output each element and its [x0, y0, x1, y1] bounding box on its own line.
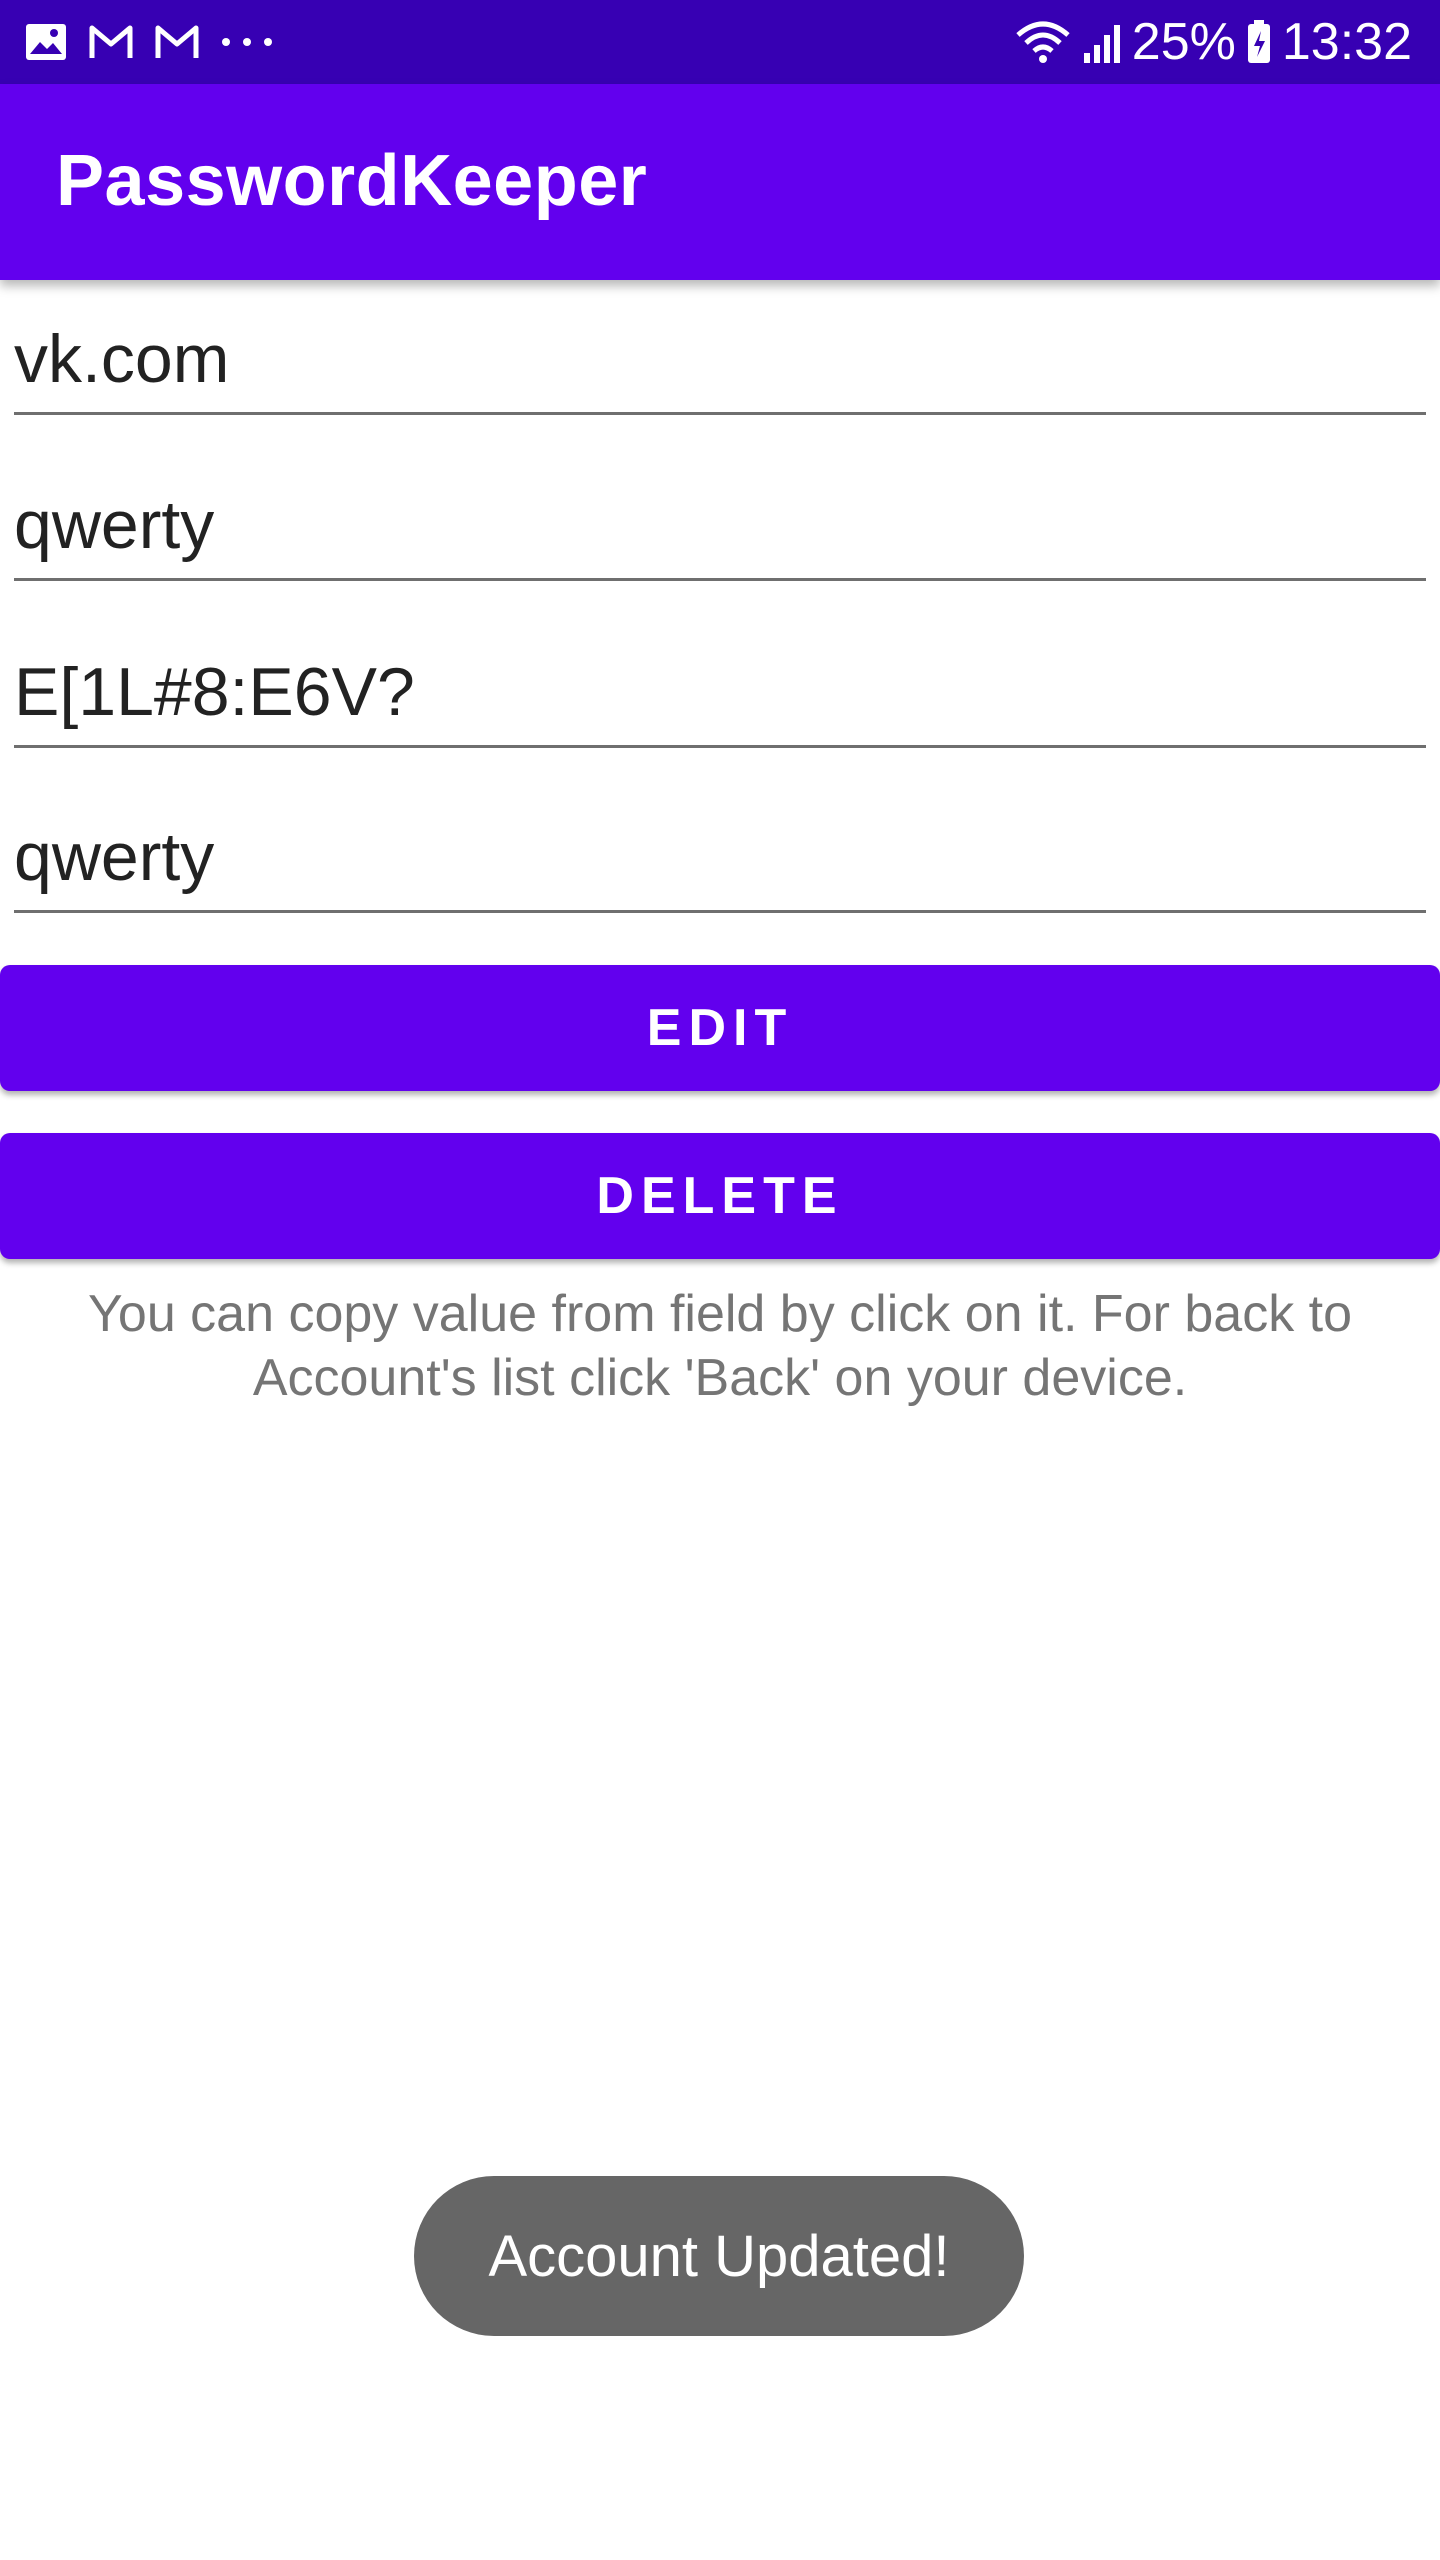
toast-message: Account Updated! — [414, 2176, 1024, 2336]
screen: 25% 13:32 PasswordKeeper vk.com qwerty E… — [0, 0, 1440, 2560]
gallery-icon — [24, 22, 68, 62]
note-field-value: qwerty — [14, 819, 215, 895]
battery-percent: 25% — [1131, 13, 1236, 71]
signal-icon — [1082, 19, 1122, 65]
password-field[interactable]: E[1L#8:E6V? — [14, 635, 1426, 748]
hint-text: You can copy value from field by click o… — [87, 1285, 1353, 1407]
app-title: PasswordKeeper — [56, 141, 648, 221]
site-field[interactable]: vk.com — [14, 302, 1426, 415]
site-field-value: vk.com — [14, 321, 230, 397]
edit-button[interactable]: EDIT — [0, 965, 1440, 1091]
wifi-icon — [1014, 19, 1072, 65]
battery-icon — [1246, 19, 1272, 65]
gmail-icon — [154, 24, 200, 60]
password-field-value: E[1L#8:E6V? — [14, 654, 415, 730]
notification-icons — [24, 18, 274, 66]
status-bar: 25% 13:32 — [0, 0, 1440, 84]
login-field-value: qwerty — [14, 487, 215, 563]
system-status: 25% 13:32 — [1014, 13, 1412, 71]
more-dots-icon — [220, 36, 274, 48]
clock: 13:32 — [1281, 13, 1412, 71]
note-field[interactable]: qwerty — [14, 800, 1426, 913]
gmail-icon — [88, 24, 134, 60]
delete-button[interactable]: DELETE — [0, 1133, 1440, 1259]
login-field[interactable]: qwerty — [14, 468, 1426, 581]
app-bar: PasswordKeeper — [0, 84, 1440, 280]
